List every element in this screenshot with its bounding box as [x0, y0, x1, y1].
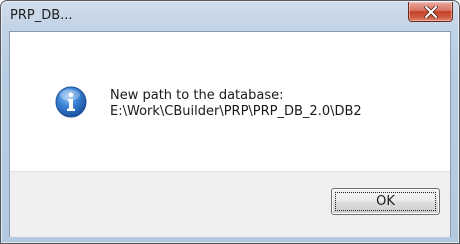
dialog-window: PRP_DB... New path to the database: E:\W…: [0, 0, 460, 244]
message-text: New path to the database: E:\Work\CBuild…: [110, 88, 362, 120]
info-icon: [55, 86, 87, 118]
close-icon: [423, 5, 438, 18]
close-button[interactable]: [408, 2, 453, 22]
message-area: New path to the database: E:\Work\CBuild…: [10, 32, 450, 171]
focus-rectangle: [335, 192, 436, 211]
ok-button[interactable]: OK: [331, 188, 440, 215]
message-line-2: E:\Work\CBuilder\PRP\PRP_DB_2.0\DB2: [110, 104, 362, 119]
button-bar: OK: [10, 171, 450, 237]
window-title: PRP_DB...: [10, 8, 73, 23]
dialog-client-area: New path to the database: E:\Work\CBuild…: [9, 31, 451, 237]
message-line-1: New path to the database:: [110, 88, 284, 103]
